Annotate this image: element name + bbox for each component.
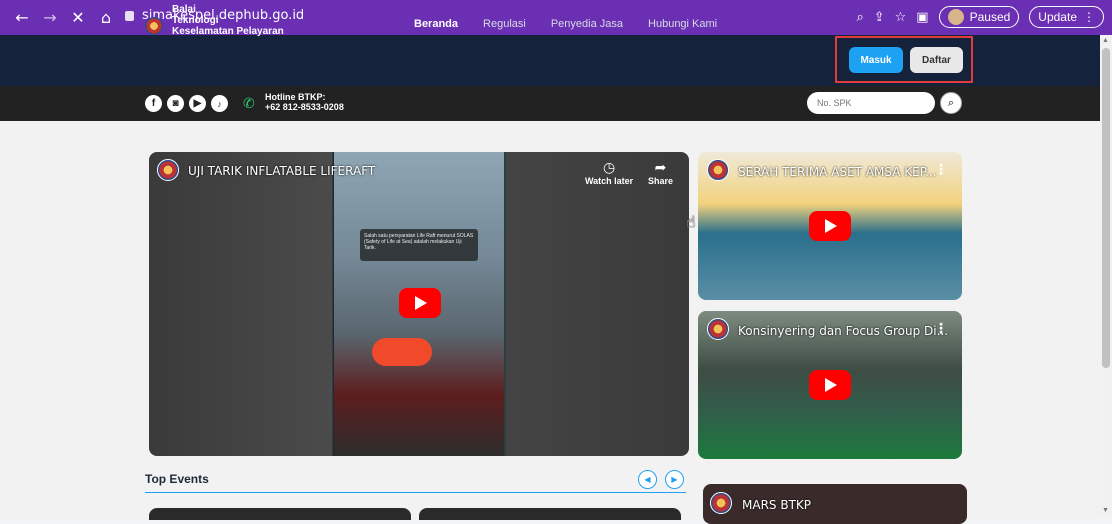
top-events-heading: Top Events xyxy=(145,472,209,486)
home-icon[interactable]: ⌂ xyxy=(94,8,118,27)
tiktok-icon[interactable]: ♪ xyxy=(211,95,228,112)
nav-penyedia-jasa[interactable]: Penyedia Jasa xyxy=(551,18,623,30)
scrollbar-thumb[interactable] xyxy=(1102,48,1110,368)
brand-line-2: Teknologi xyxy=(172,15,219,26)
prev-arrow-icon[interactable]: ◀ xyxy=(638,470,657,489)
sub-header xyxy=(0,86,1100,121)
main-nav: Beranda Regulasi Penyedia Jasa Hubungi K… xyxy=(414,18,717,30)
section-divider xyxy=(145,492,686,493)
video-caption: Salah satu persyaratan Life Raft menurut… xyxy=(360,229,478,261)
side-video-3-title[interactable]: MARS BTKP xyxy=(742,498,811,512)
channel-avatar[interactable] xyxy=(157,159,179,181)
nav-regulasi[interactable]: Regulasi xyxy=(483,18,526,30)
side-panel-icon[interactable]: ▣ xyxy=(916,10,928,25)
liferaft-image xyxy=(372,338,432,366)
channel-avatar[interactable] xyxy=(707,318,729,340)
event-card[interactable] xyxy=(419,508,681,520)
nav-beranda[interactable]: Beranda xyxy=(414,18,458,30)
hotline-info: Hotline BTKP: +62 812-8533-0208 xyxy=(265,92,344,112)
menu-dots-icon[interactable]: ⋮ xyxy=(1083,10,1095,24)
browser-actions: ⌕ ⇪ ☆ ▣ Paused Update ⋮ xyxy=(856,6,1104,28)
login-button[interactable]: Masuk xyxy=(849,47,903,73)
instagram-icon[interactable]: ◙ xyxy=(167,95,184,112)
share-button[interactable]: ➦ Share xyxy=(648,160,673,186)
scroll-up-icon[interactable]: ▲ xyxy=(1102,37,1109,44)
btkp-logo[interactable] xyxy=(145,17,163,35)
channel-avatar[interactable] xyxy=(710,492,732,514)
side-video-1-title[interactable]: SERAH TERIMA ASET AMSA KEP... xyxy=(738,165,937,179)
register-button[interactable]: Daftar xyxy=(910,47,963,73)
hotline-number[interactable]: +62 812-8533-0208 xyxy=(265,102,344,112)
event-card[interactable] xyxy=(149,508,411,520)
side-video-2-title[interactable]: Konsinyering dan Focus Group Di... xyxy=(738,324,948,338)
brand-name[interactable]: Balai Teknologi Keselamatan Pelayaran xyxy=(172,4,284,37)
clock-icon: ◷ xyxy=(602,160,616,176)
stop-loading-icon[interactable]: ✕ xyxy=(66,8,90,27)
scroll-down-icon[interactable]: ▼ xyxy=(1102,507,1109,514)
more-options-icon[interactable]: ⋮ xyxy=(934,162,948,178)
play-button-icon[interactable] xyxy=(809,211,851,241)
facebook-icon[interactable]: f xyxy=(145,95,162,112)
update-label: Update xyxy=(1038,10,1077,24)
share-page-icon[interactable]: ⇪ xyxy=(874,10,885,25)
youtube-icon[interactable]: ▶ xyxy=(189,95,206,112)
update-button[interactable]: Update ⋮ xyxy=(1029,6,1104,28)
hotline-label: Hotline BTKP: xyxy=(265,92,326,102)
profile-status: Paused xyxy=(969,10,1011,24)
hand-cursor-icon: ☝ xyxy=(686,212,696,231)
back-icon[interactable]: ← xyxy=(10,8,34,27)
share-label: Share xyxy=(648,176,674,186)
spk-search-input[interactable] xyxy=(807,92,935,114)
bookmark-star-icon[interactable]: ☆ xyxy=(895,10,907,25)
profile-button[interactable]: Paused xyxy=(938,6,1020,28)
nav-hubungi-kami[interactable]: Hubungi Kami xyxy=(648,18,717,30)
more-options-icon[interactable]: ⋮ xyxy=(934,321,948,337)
zoom-icon[interactable]: ⌕ xyxy=(856,10,863,25)
phone-icon: ✆ xyxy=(243,96,255,112)
main-video-title[interactable]: UJI TARIK INFLATABLE LIFERAFT xyxy=(188,164,375,178)
search-icon[interactable]: ⌕ xyxy=(940,92,962,114)
brand-line-1: Balai xyxy=(172,4,196,15)
share-arrow-icon: ➦ xyxy=(654,160,667,176)
brand-line-3: Keselamatan Pelayaran xyxy=(172,26,284,37)
channel-avatar[interactable] xyxy=(707,159,729,181)
watch-later-label: Watch later xyxy=(585,176,634,186)
forward-icon[interactable]: → xyxy=(38,8,62,27)
avatar xyxy=(947,9,964,25)
watch-later-button[interactable]: ◷ Watch later xyxy=(585,160,633,186)
play-button-icon[interactable] xyxy=(399,288,441,318)
lock-icon xyxy=(125,10,134,21)
play-button-icon[interactable] xyxy=(809,370,851,400)
next-arrow-icon[interactable]: ▶ xyxy=(665,470,684,489)
